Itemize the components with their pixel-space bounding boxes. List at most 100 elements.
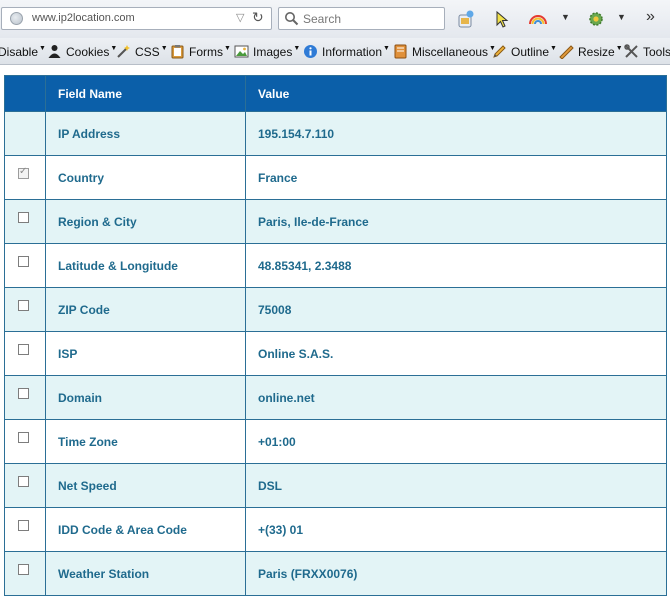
field-value: Online S.A.S. bbox=[245, 331, 667, 376]
checkbox-cell bbox=[4, 199, 46, 244]
menu-tools[interactable]: Tools bbox=[624, 43, 670, 60]
field-value: Paris, Ile-de-France bbox=[245, 199, 667, 244]
field-name: Domain bbox=[45, 375, 246, 420]
domain-checkbox[interactable] bbox=[18, 388, 29, 399]
menu-label: Miscellaneous bbox=[412, 44, 489, 59]
header-checkbox-cell bbox=[4, 75, 46, 112]
picture-icon bbox=[234, 45, 249, 58]
clipboard-icon bbox=[171, 45, 184, 59]
magnifier-icon bbox=[285, 12, 299, 26]
time-zone-checkbox[interactable] bbox=[18, 432, 29, 443]
caret-icon: ▼ bbox=[550, 45, 557, 52]
magic-wand-icon bbox=[117, 45, 130, 58]
field-name: IDD Code & Area Code bbox=[45, 507, 246, 552]
table-row: Region & City Paris, Ile-de-France bbox=[4, 199, 667, 244]
field-name: ZIP Code bbox=[45, 287, 246, 332]
field-name: Latitude & Longitude bbox=[45, 243, 246, 288]
isp-checkbox[interactable] bbox=[18, 344, 29, 355]
overflow-chevron-icon[interactable]: » bbox=[646, 8, 655, 26]
notebook-icon bbox=[394, 44, 407, 59]
navigation-toolbar: www.ip2location.com ▽ ↻ Search ▼ ▼ » bbox=[0, 0, 670, 38]
info-icon bbox=[304, 45, 317, 58]
table-row: Domain online.net bbox=[4, 375, 667, 420]
weather-station-checkbox[interactable] bbox=[18, 564, 29, 575]
checkbox-cell bbox=[4, 111, 46, 156]
url-text[interactable]: www.ip2location.com bbox=[32, 12, 135, 24]
gear-addon-icon[interactable] bbox=[586, 9, 606, 29]
field-name: Region & City bbox=[45, 199, 246, 244]
web-developer-toolbar: Disable ▼ Cookies ▼ CSS ▼ Forms ▼ Images ▼ In… bbox=[0, 38, 670, 65]
field-name: Net Speed bbox=[45, 463, 246, 508]
field-name: Weather Station bbox=[45, 551, 246, 596]
addon-jar-icon[interactable] bbox=[455, 9, 475, 29]
table-row: Weather Station Paris (FRXX0076) bbox=[4, 551, 667, 596]
caret-icon: ▼ bbox=[383, 45, 390, 52]
field-value: 195.154.7.110 bbox=[245, 111, 667, 156]
menu-label: Cookies bbox=[66, 44, 110, 59]
menu-label: Resize bbox=[578, 44, 615, 59]
rainbow-menu-arrow-icon[interactable]: ▼ bbox=[561, 12, 570, 22]
header-value: Value bbox=[245, 75, 667, 112]
checkbox-cell bbox=[4, 463, 46, 508]
lat-long-checkbox[interactable] bbox=[18, 256, 29, 267]
country-checkbox[interactable] bbox=[18, 166, 29, 179]
menu-resize[interactable]: Resize ▼ bbox=[559, 43, 623, 60]
table-row: Latitude & Longitude 48.85341, 2.3488 bbox=[4, 243, 667, 288]
caret-icon: ▼ bbox=[615, 45, 623, 52]
table-row: IP Address 195.154.7.110 bbox=[4, 111, 667, 156]
tools-icon bbox=[624, 44, 638, 58]
field-value: online.net bbox=[245, 375, 667, 420]
globe-icon bbox=[10, 12, 23, 25]
checkbox-cell bbox=[4, 243, 46, 288]
table-header-row: Field Name Value bbox=[4, 75, 667, 112]
menu-css[interactable]: CSS ▼ bbox=[116, 43, 168, 60]
reload-icon[interactable]: ↻ bbox=[252, 9, 264, 26]
checkbox-cell bbox=[4, 155, 46, 200]
field-value: France bbox=[245, 155, 667, 200]
address-bar[interactable]: www.ip2location.com ▽ ↻ bbox=[1, 7, 272, 30]
cursor-icon[interactable] bbox=[492, 9, 512, 29]
field-value: Paris (FRXX0076) bbox=[245, 551, 667, 596]
menu-label: CSS bbox=[135, 44, 160, 59]
caret-icon: ▼ bbox=[293, 45, 301, 52]
menu-outline[interactable]: Outline ▼ bbox=[492, 43, 557, 60]
table-row: ISP Online S.A.S. bbox=[4, 331, 667, 376]
idd-code-checkbox[interactable] bbox=[18, 520, 29, 531]
search-input[interactable]: Search bbox=[303, 12, 341, 26]
caret-icon: ▼ bbox=[160, 45, 168, 52]
menu-miscellaneous[interactable]: Miscellaneous ▼ bbox=[393, 43, 496, 60]
field-name: IP Address bbox=[45, 111, 246, 156]
field-name: Time Zone bbox=[45, 419, 246, 464]
checkbox-cell bbox=[4, 331, 46, 376]
search-box[interactable]: Search bbox=[278, 7, 445, 30]
menu-label: Images bbox=[253, 44, 293, 59]
menu-information[interactable]: Information ▼ bbox=[303, 43, 390, 60]
menu-disable[interactable]: Disable ▼ bbox=[0, 43, 46, 60]
menu-forms[interactable]: Forms ▼ bbox=[170, 43, 231, 60]
field-name: ISP bbox=[45, 331, 246, 376]
url-dropdown-icon[interactable]: ▽ bbox=[236, 11, 244, 24]
zip-code-checkbox[interactable] bbox=[18, 300, 29, 311]
checkbox-cell bbox=[4, 375, 46, 420]
table-row: IDD Code & Area Code +(33) 01 bbox=[4, 507, 667, 552]
page-content: Field Name Value IP Address 195.154.7.11… bbox=[0, 65, 670, 607]
checkbox-cell bbox=[4, 507, 46, 552]
table-row: ZIP Code 75008 bbox=[4, 287, 667, 332]
checkbox-cell bbox=[4, 419, 46, 464]
table-row: Net Speed DSL bbox=[4, 463, 667, 508]
gear-menu-arrow-icon[interactable]: ▼ bbox=[617, 12, 626, 22]
table-row: Country France bbox=[4, 155, 667, 200]
menu-images[interactable]: Images ▼ bbox=[234, 43, 300, 60]
region-city-checkbox[interactable] bbox=[18, 212, 29, 223]
field-value: 48.85341, 2.3488 bbox=[245, 243, 667, 288]
pencil-icon bbox=[493, 45, 506, 58]
net-speed-checkbox[interactable] bbox=[18, 476, 29, 487]
caret-icon: ▼ bbox=[224, 45, 231, 52]
menu-cookies[interactable]: Cookies ▼ bbox=[47, 43, 117, 60]
table-row: Time Zone +01:00 bbox=[4, 419, 667, 464]
menu-label: Disable bbox=[0, 44, 39, 59]
menu-label: Forms bbox=[189, 44, 223, 59]
checkbox-cell bbox=[4, 287, 46, 332]
header-field-name: Field Name bbox=[45, 75, 246, 112]
rainbow-icon[interactable] bbox=[528, 9, 548, 29]
